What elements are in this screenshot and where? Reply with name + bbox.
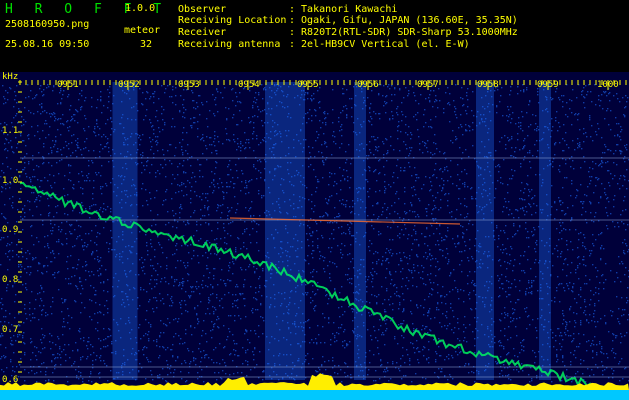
observer-value: : Takanori Kawachi <box>289 4 398 15</box>
x-tick-label: 0953 <box>178 80 200 90</box>
x-tick-label: 0959 <box>537 80 559 90</box>
y-tick-label: 0.8 <box>2 275 19 285</box>
y-tick-label: 0.9 <box>2 225 19 235</box>
y-tick-label: 0.7 <box>2 325 19 335</box>
x-tick-label: 0955 <box>297 80 319 90</box>
spectrogram-panel: kHz 1.1 1.0 0.9 0.8 0.7 0.6 0951 0952 09… <box>0 72 629 400</box>
header-panel: H R O F F T 1.0.0 2508160950.png meteor … <box>0 0 629 72</box>
x-tick-label: 1000 <box>597 80 619 90</box>
y-tick-label: 1.0 <box>2 176 19 186</box>
location-label: Receiving Location <box>178 15 287 26</box>
x-tick-label: 0952 <box>118 80 140 90</box>
app-version: 1.0.0 <box>125 3 156 14</box>
x-tick-label: 0956 <box>357 80 379 90</box>
observer-label: Observer <box>178 4 227 15</box>
spectrogram-background <box>0 72 629 400</box>
antenna-label: Receiving antenna <box>178 39 281 50</box>
noise-band <box>112 82 138 380</box>
x-tick-label: 0957 <box>417 80 439 90</box>
date-time: 25.08.16 09:50 <box>5 39 90 50</box>
x-tick-label: 0951 <box>57 80 79 90</box>
receiver-label: Receiver <box>178 27 227 38</box>
y-axis-unit: kHz <box>2 72 19 82</box>
noise-band <box>265 82 305 380</box>
event-count: 32 <box>140 39 153 50</box>
y-tick-label: 0.6 <box>2 375 19 385</box>
y-tick-label: 1.1 <box>2 126 19 136</box>
x-tick-label: 0954 <box>238 80 260 90</box>
x-tick-label: 0958 <box>477 80 499 90</box>
antenna-value: : 2el-HB9CV Vertical (el. E-W) <box>289 39 470 50</box>
spectrum-floor <box>0 390 629 400</box>
event-label: meteor <box>124 25 161 36</box>
waterfall-image <box>0 72 629 400</box>
file-name: 2508160950.png <box>5 19 90 30</box>
location-value: : Ogaki, Gifu, JAPAN (136.60E, 35.35N) <box>289 15 518 26</box>
receiver-value: : R820T2(RTL-SDR) SDR-Sharp 53.1000MHz <box>289 27 518 38</box>
